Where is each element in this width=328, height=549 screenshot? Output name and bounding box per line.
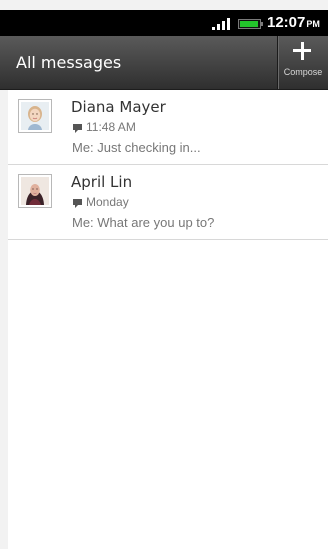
message-time: 11:48 AM xyxy=(86,120,136,134)
avatar xyxy=(18,99,52,133)
thread-row-april-lin[interactable]: April Lin Monday Me: What are you up to? xyxy=(8,165,328,240)
signal-icon xyxy=(212,14,236,32)
message-time: Monday xyxy=(86,195,129,209)
battery-icon xyxy=(238,19,263,29)
page-title: All messages xyxy=(16,53,122,72)
avatar xyxy=(18,174,52,208)
messages-screen: 12:07PM All messages Compose Diana Mayer… xyxy=(0,0,328,549)
status-time: 12:07 xyxy=(267,14,306,31)
contact-name: Diana Mayer xyxy=(71,98,166,116)
contact-photo xyxy=(21,177,49,205)
thread-row-diana-mayer[interactable]: Diana Mayer 11:48 AM Me: Just checking i… xyxy=(8,90,328,165)
compose-label: Compose xyxy=(283,67,323,77)
chat-bubble-icon xyxy=(73,199,82,208)
app-bar: All messages Compose xyxy=(0,36,328,90)
message-preview: Me: What are you up to? xyxy=(72,215,215,230)
contact-photo xyxy=(21,102,49,130)
chat-bubble-icon xyxy=(73,124,82,133)
compose-button[interactable]: Compose xyxy=(278,36,328,89)
status-ampm: PM xyxy=(306,19,320,29)
battery-level xyxy=(240,21,258,27)
message-thread-list: Diana Mayer 11:48 AM Me: Just checking i… xyxy=(8,90,328,549)
plus-icon xyxy=(293,42,311,60)
status-bar: 12:07PM xyxy=(0,10,328,36)
status-clock: 12:07PM xyxy=(267,14,320,31)
contact-name: April Lin xyxy=(71,173,133,191)
message-preview: Me: Just checking in... xyxy=(72,140,201,155)
